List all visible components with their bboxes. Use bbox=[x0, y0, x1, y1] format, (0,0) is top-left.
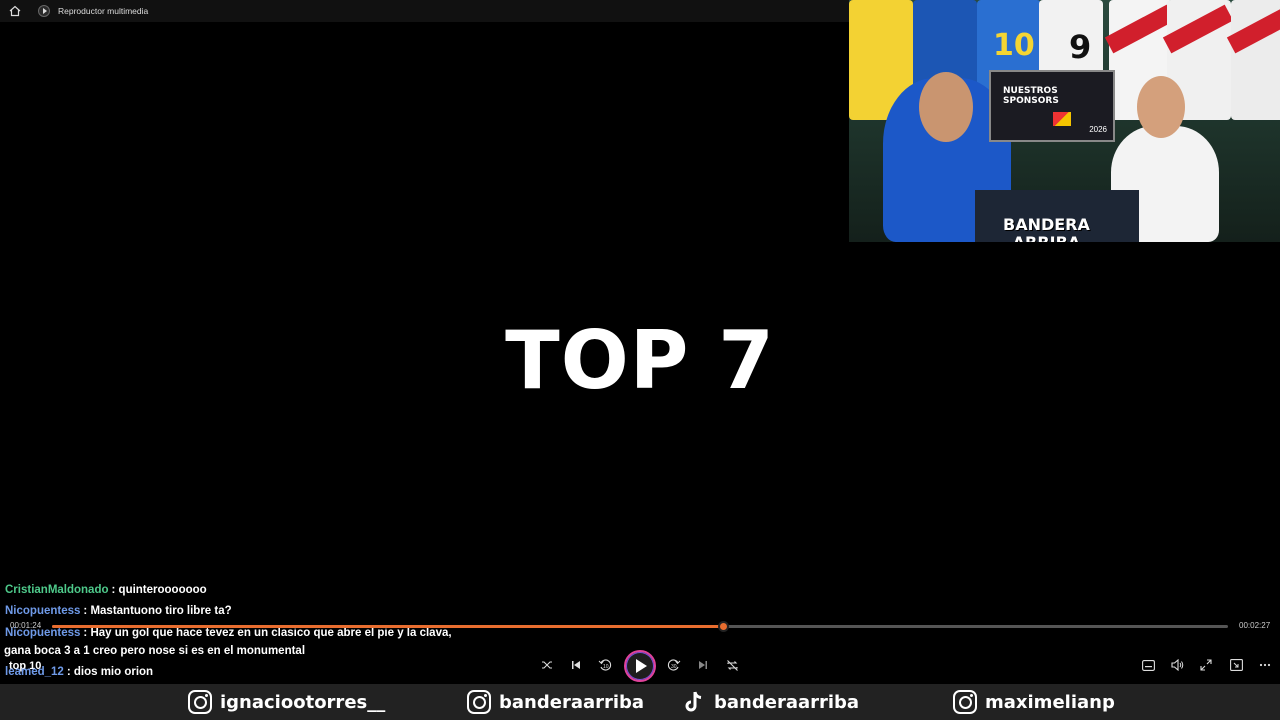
chat-message-continuation: gana boca 3 a 1 creo pero nose si es en … bbox=[4, 645, 306, 657]
fullscreen-icon[interactable] bbox=[1197, 656, 1215, 674]
video-headline: TOP 7 bbox=[505, 314, 775, 407]
chat-username: CristianMaldonado bbox=[5, 584, 109, 596]
jersey-number-9: 9 bbox=[1069, 28, 1092, 66]
chat-username: Nicopuentess bbox=[5, 605, 81, 617]
forward-30-icon[interactable]: 30 bbox=[665, 656, 683, 674]
social-handle: ignaciootorres__ bbox=[220, 691, 386, 713]
instagram-icon bbox=[188, 690, 212, 714]
host-right-head bbox=[1137, 76, 1185, 138]
instagram-icon bbox=[953, 690, 977, 714]
chat-message: leamed_12: dios mio orion bbox=[5, 665, 153, 679]
captions-icon[interactable] bbox=[1139, 656, 1157, 674]
rewind-10-icon[interactable]: 10 bbox=[596, 656, 614, 674]
jersey-number-10: 10 bbox=[993, 28, 1035, 63]
social-handle: banderaarriba bbox=[714, 691, 860, 713]
home-icon[interactable] bbox=[0, 0, 30, 22]
social-instagram-1: ignaciootorres__ bbox=[188, 684, 385, 720]
media-player-app-icon bbox=[38, 5, 50, 17]
current-time: 00:01:24 bbox=[10, 621, 42, 630]
socials-bar: ignaciootorres__ banderaarriba banderaar… bbox=[0, 684, 1280, 720]
chat-text: : Mastantuono tiro libre ta? bbox=[83, 605, 232, 617]
rewind-label: 10 bbox=[603, 664, 609, 670]
repeat-off-icon[interactable] bbox=[723, 656, 741, 674]
chat-message: Nicopuentess: Hay un gol que hace tevez … bbox=[5, 626, 452, 640]
volume-icon[interactable] bbox=[1168, 656, 1186, 674]
chat-text: : quinterooooooo bbox=[111, 584, 207, 596]
chat-message: Nicopuentess: Mastantuono tiro libre ta? bbox=[5, 604, 232, 618]
chat-text: : Hay un gol que hace tevez en un clasic… bbox=[83, 627, 452, 639]
total-time: 00:02:27 bbox=[1239, 621, 1271, 630]
social-instagram-3: maximelianp bbox=[953, 684, 1115, 720]
next-icon[interactable] bbox=[694, 656, 712, 674]
tiktok-icon bbox=[684, 690, 706, 714]
chat-message: CristianMaldonado: quinterooooooo bbox=[5, 583, 207, 597]
host-left-head bbox=[919, 72, 973, 142]
seek-bar-thumb[interactable] bbox=[718, 621, 730, 632]
mini-player-icon[interactable] bbox=[1227, 656, 1245, 674]
sponsors-panel-text: NUESTROS SPONSORS bbox=[1003, 86, 1059, 106]
seek-bar[interactable] bbox=[52, 621, 1228, 632]
social-handle: maximelianp bbox=[985, 691, 1115, 713]
social-instagram-2: banderaarriba bbox=[467, 684, 644, 720]
chat-username: leamed_12 bbox=[5, 666, 64, 678]
sponsors-panel-year: 2026 bbox=[1089, 125, 1107, 134]
jersey-river-3 bbox=[1226, 0, 1280, 120]
show-logo-line1: BANDERA bbox=[1003, 215, 1090, 234]
social-handle: banderaarriba bbox=[499, 691, 645, 713]
seek-bar-progress bbox=[52, 625, 724, 628]
show-logo-line2: ARRIBA bbox=[1003, 234, 1090, 243]
forward-label: 30 bbox=[671, 664, 677, 670]
webcam-overlay: 10 9 NUESTROS SPONSORS 2026 BANDERA ARRI… bbox=[849, 0, 1280, 242]
shuffle-icon[interactable] bbox=[538, 656, 556, 674]
social-tiktok: banderaarriba bbox=[684, 684, 859, 720]
sponsors-panel: NUESTROS SPONSORS 2026 bbox=[989, 70, 1115, 142]
show-logo: BANDERA ARRIBA bbox=[1003, 215, 1090, 243]
play-button[interactable] bbox=[624, 650, 656, 682]
previous-icon[interactable] bbox=[567, 656, 585, 674]
instagram-icon bbox=[467, 690, 491, 714]
flag-icon bbox=[1053, 112, 1071, 126]
chat-text: : dios mio orion bbox=[66, 666, 154, 678]
more-icon[interactable] bbox=[1256, 656, 1274, 674]
window-title: Reproductor multimedia bbox=[58, 6, 149, 16]
